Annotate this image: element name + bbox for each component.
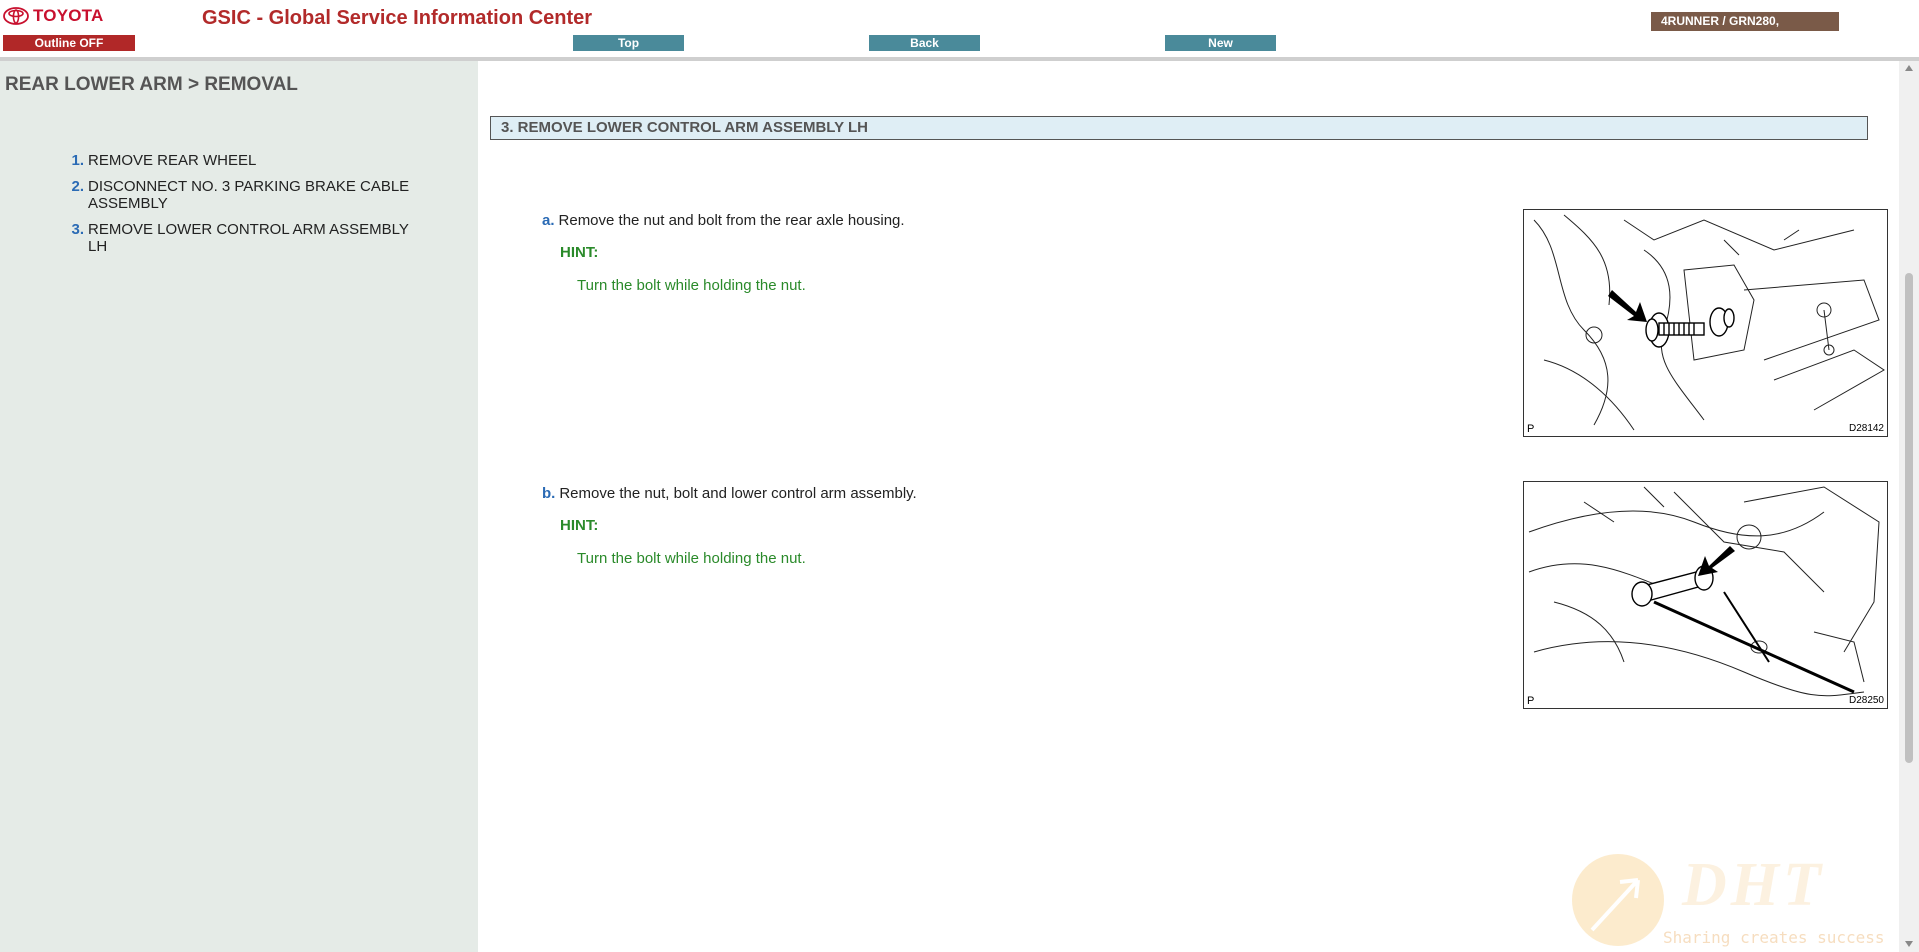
hint-text: Turn the bolt while holding the nut. <box>577 550 806 567</box>
content-area: 3. REMOVE LOWER CONTROL ARM ASSEMBLY LH … <box>478 61 1899 952</box>
watermark: DHT Sharing creates success <box>1570 850 1915 952</box>
figure-label-p: P <box>1527 423 1535 435</box>
arrow-pointer-icon <box>1698 546 1735 576</box>
figure-label-p: P <box>1527 695 1535 707</box>
outline-item-remove-lower-control-arm[interactable]: 3. REMOVE LOWER CONTROL ARM ASSEMBLY LH <box>60 221 430 255</box>
vertical-scrollbar[interactable] <box>1899 61 1919 952</box>
outline-list: 1. REMOVE REAR WHEEL 2. DISCONNECT NO. 3… <box>60 152 430 264</box>
page-title: REAR LOWER ARM > REMOVAL <box>5 74 298 95</box>
watermark-tagline: Sharing creates success <box>1663 928 1885 947</box>
step-a: a. Remove the nut and bolt from the rear … <box>542 212 1442 294</box>
arrow-pointer-icon <box>1608 290 1647 322</box>
step-instruction: b. Remove the nut, bolt and lower control… <box>542 485 1442 502</box>
step-letter: a. <box>542 212 555 229</box>
hint-text: Turn the bolt while holding the nut. <box>577 277 806 294</box>
figure-d28250: P D28250 <box>1523 481 1888 709</box>
outline-item-number: 1. <box>71 152 84 169</box>
brand-name: TOYOTA <box>33 6 104 25</box>
step-instruction: a. Remove the nut and bolt from the rear … <box>542 212 1442 229</box>
toyota-logo: TOYOTA <box>3 6 103 26</box>
figure-d28142: P D28142 <box>1523 209 1888 437</box>
outline-sidebar: REAR LOWER ARM > REMOVAL 1. REMOVE REAR … <box>0 61 478 952</box>
figure-code: D28250 <box>1848 695 1884 706</box>
step-letter: b. <box>542 485 556 502</box>
toyota-logo-icon <box>3 7 29 25</box>
back-button[interactable]: Back <box>869 35 980 51</box>
outline-item-label: DISCONNECT NO. 3 PARKING BRAKE CABLE ASS… <box>88 178 410 212</box>
illustration-lower-control-arm <box>1528 486 1880 697</box>
outline-item-number: 2. <box>71 178 84 195</box>
watermark-brand: DHT <box>1682 851 1825 919</box>
outline-item-disconnect-brake-cable[interactable]: 2. DISCONNECT NO. 3 PARKING BRAKE CABLE … <box>60 178 430 212</box>
outline-item-label: REMOVE LOWER CONTROL ARM ASSEMBLY LH <box>88 221 409 255</box>
top-button[interactable]: Top <box>573 35 684 51</box>
scrollbar-thumb[interactable] <box>1905 273 1913 763</box>
model-badge: 4RUNNER / GRN280, <box>1651 12 1839 31</box>
illustration-bolt-axle-housing <box>1533 214 1885 431</box>
outline-item-number: 3. <box>71 221 84 238</box>
figure-code: D28142 <box>1848 423 1884 434</box>
outline-item-label: REMOVE REAR WHEEL <box>88 152 257 169</box>
section-header: 3. REMOVE LOWER CONTROL ARM ASSEMBLY LH <box>490 116 1868 140</box>
watermark-logo-icon <box>1572 854 1664 946</box>
outline-toggle-button[interactable]: Outline OFF <box>3 35 135 51</box>
hint-label: HINT: <box>560 244 599 261</box>
header: TOYOTA GSIC - Global Service Information… <box>0 0 1919 57</box>
step-text: Remove the nut, bolt and lower control a… <box>559 485 917 502</box>
step-text: Remove the nut and bolt from the rear ax… <box>558 212 905 229</box>
outline-item-remove-rear-wheel[interactable]: 1. REMOVE REAR WHEEL <box>60 152 430 169</box>
step-b: b. Remove the nut, bolt and lower control… <box>542 485 1442 567</box>
app-title: GSIC - Global Service Information Center <box>202 7 593 29</box>
new-button[interactable]: New <box>1165 35 1276 51</box>
hint-label: HINT: <box>560 517 599 534</box>
scroll-up-arrow-icon[interactable] <box>1905 65 1913 71</box>
